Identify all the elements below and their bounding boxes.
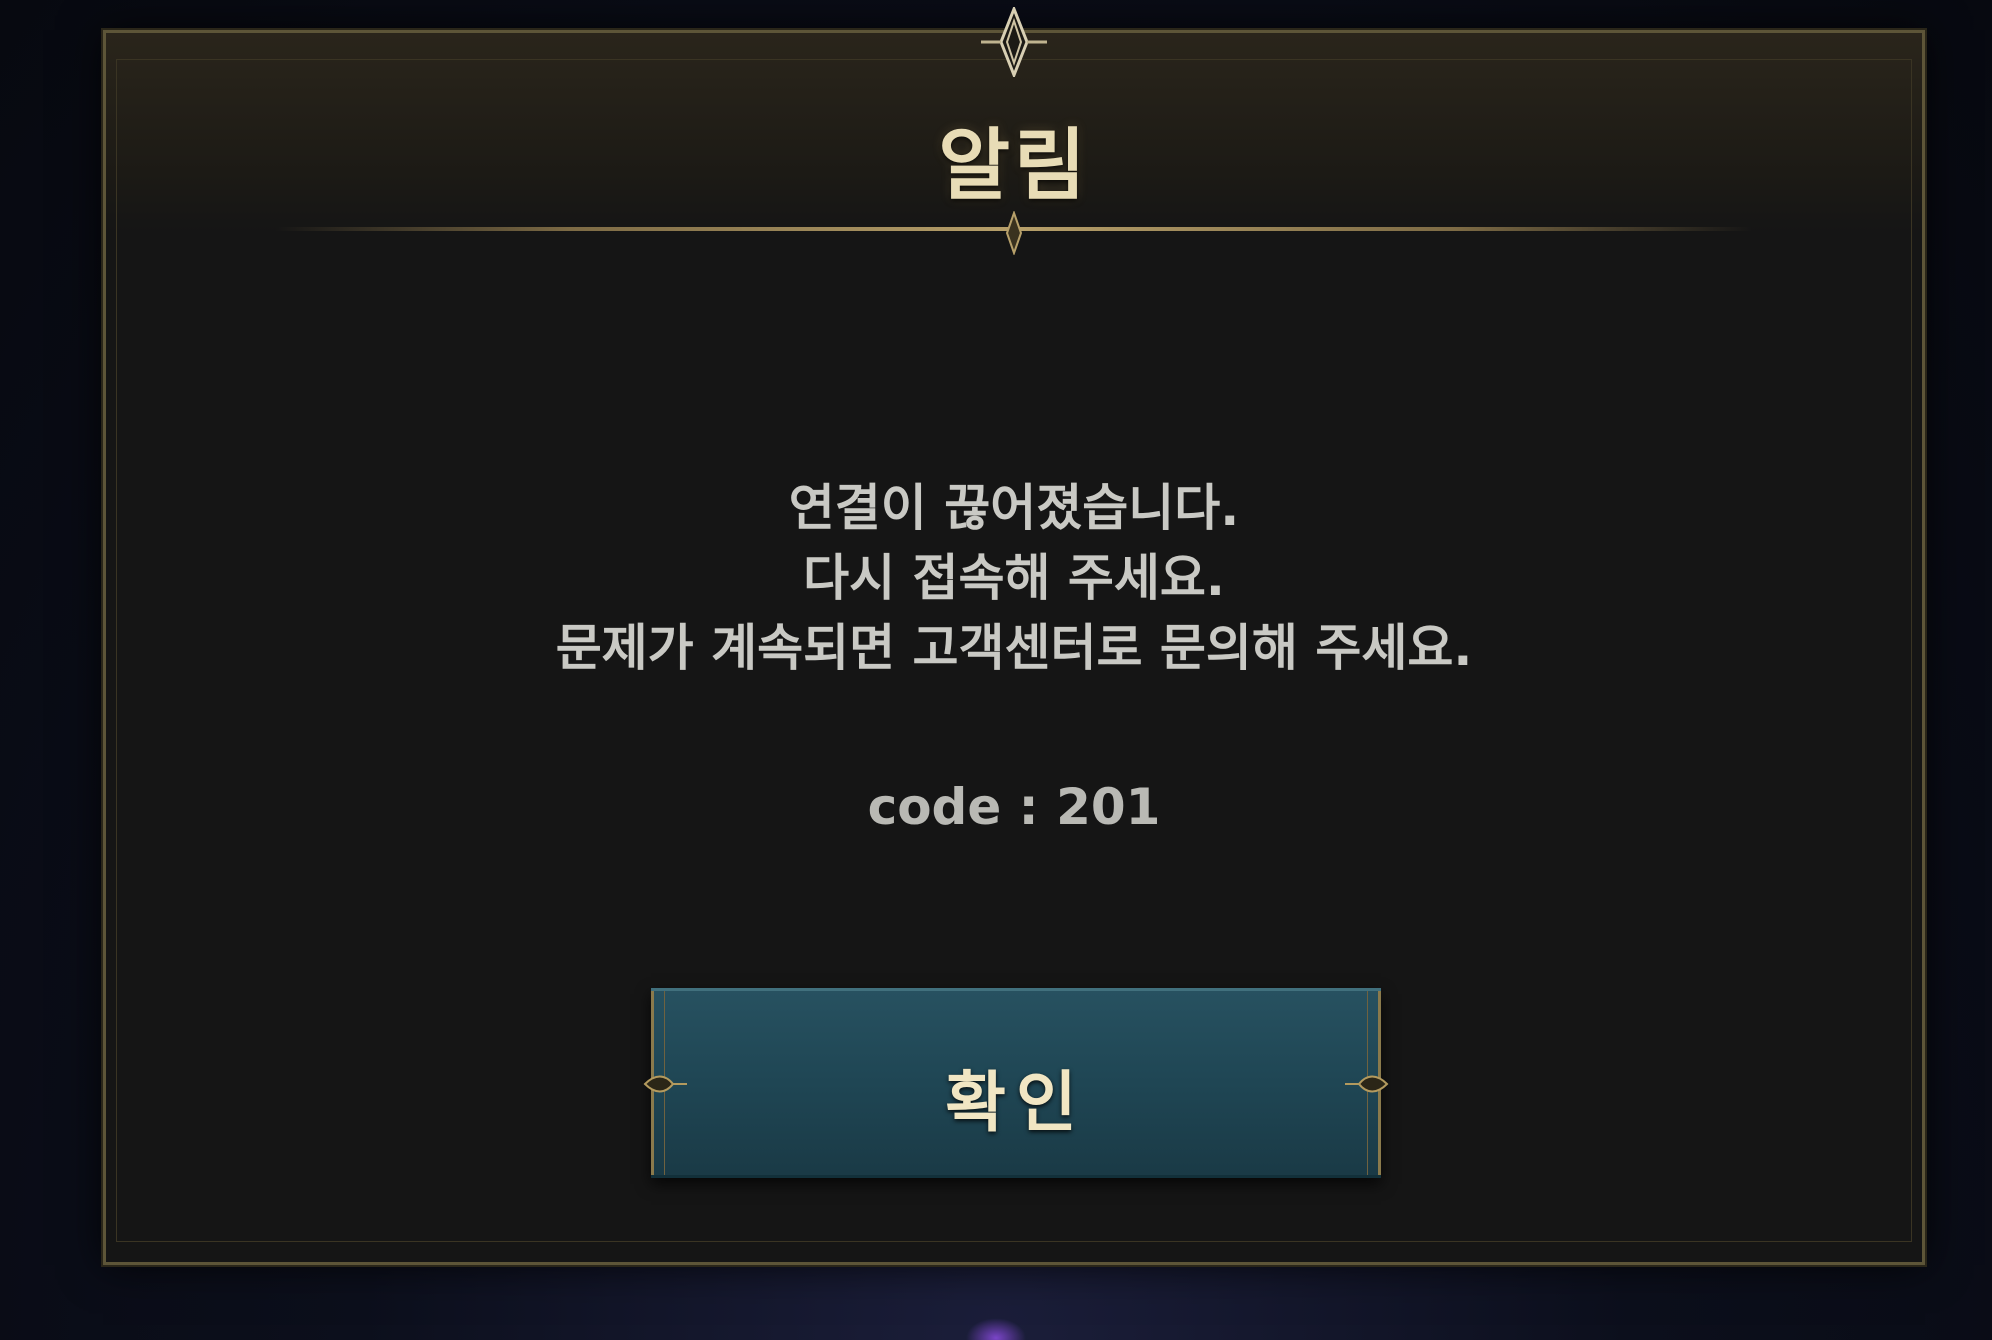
confirm-button[interactable]: 확인 — [643, 988, 1389, 1178]
message-line: 문제가 계속되면 고객센터로 문의해 주세요. — [555, 619, 1473, 677]
game-screen: 알림 연결이 끊어졌습니다. 다시 접속해 주세요. 문제가 계속되면 고객센터… — [0, 0, 1992, 1340]
confirm-button-label: 확인 — [945, 1064, 1087, 1141]
message-line: 연결이 끊어졌습니다. — [788, 479, 1240, 537]
error-code: code : 201 — [867, 778, 1161, 836]
diamond-pin-icon — [1005, 211, 1023, 255]
dialog-title: 알림 — [938, 120, 1090, 211]
notice-dialog: 알림 연결이 끊어졌습니다. 다시 접속해 주세요. 문제가 계속되면 고객센터… — [103, 7, 1925, 1265]
message-text: 연결이 끊어졌습니다. 다시 접속해 주세요. 문제가 계속되면 고객센터로 문… — [106, 473, 1922, 683]
background-glow — [966, 1318, 1026, 1340]
message-line: 다시 접속해 주세요. — [803, 549, 1225, 607]
diamond-crest-icon — [981, 7, 1047, 77]
